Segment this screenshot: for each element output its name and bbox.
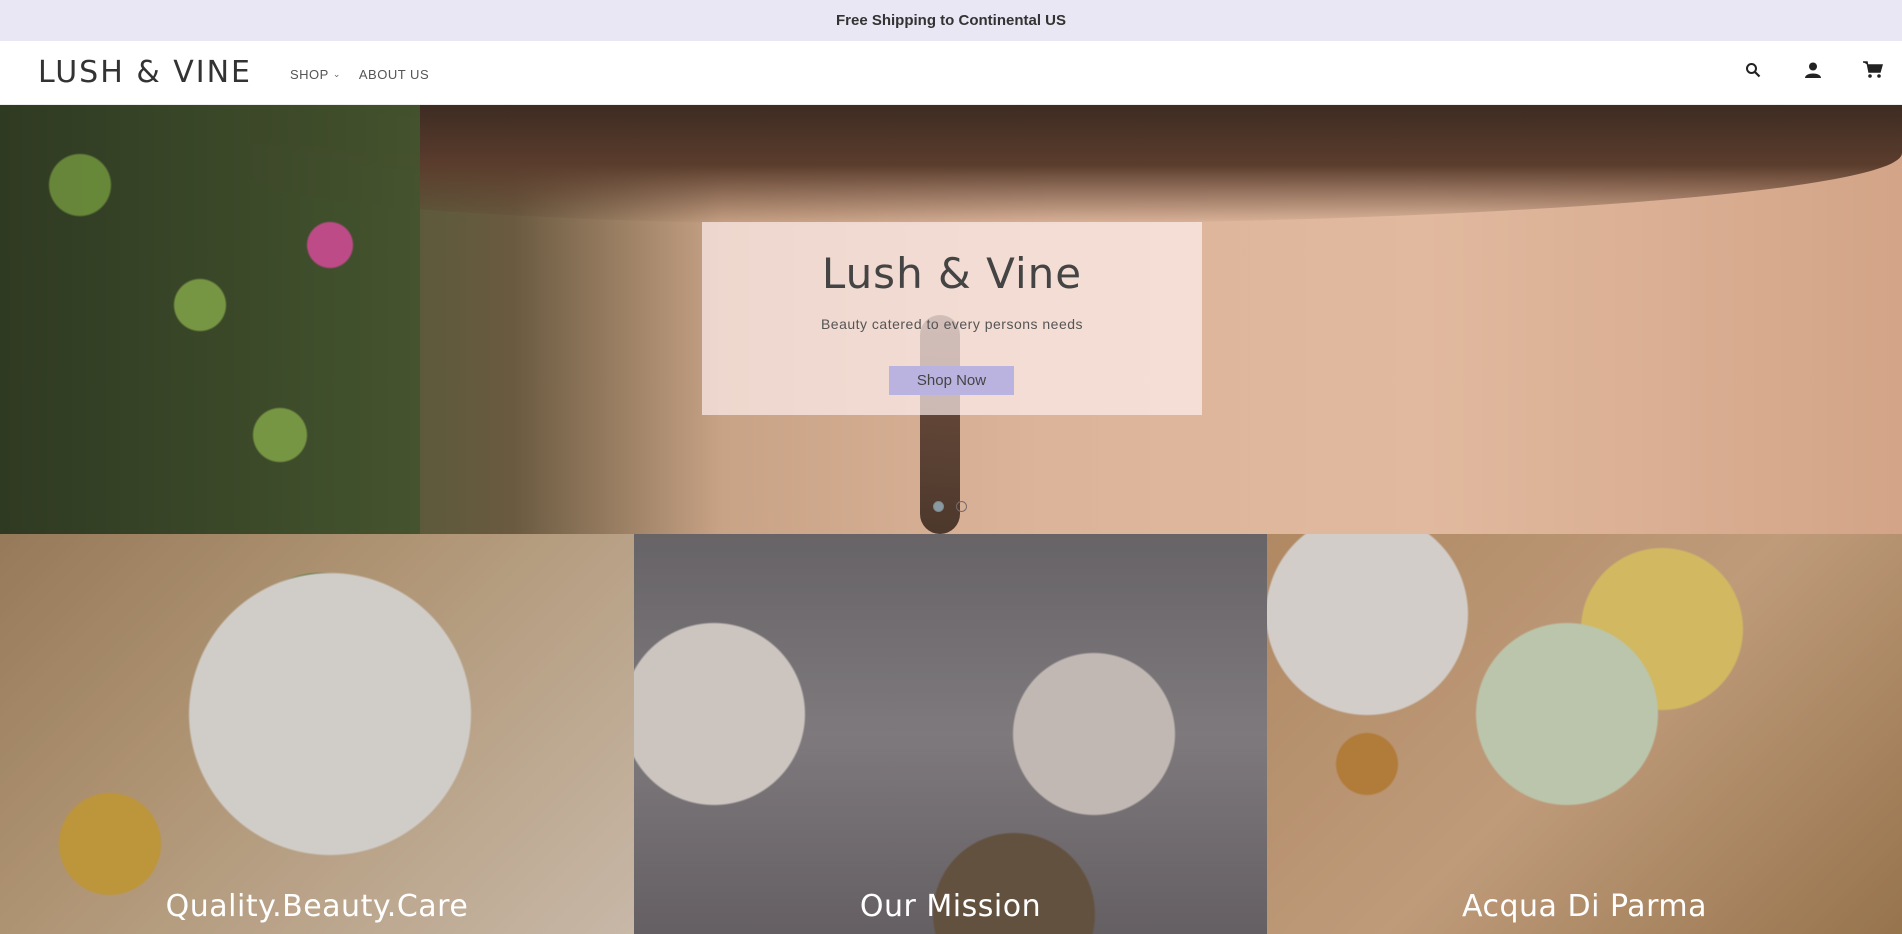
site-logo[interactable]: LUSH & VINE (38, 55, 252, 90)
tile-overlay (634, 534, 1267, 934)
hero-slideshow: Lush & Vine Beauty catered to every pers… (0, 105, 1902, 534)
account-icon[interactable] (1802, 59, 1824, 81)
cart-icon[interactable] (1862, 59, 1884, 81)
slide-dot-2[interactable] (956, 501, 967, 512)
hero-title: Lush & Vine (821, 249, 1083, 298)
tile-our-mission[interactable]: Our Mission (634, 534, 1267, 934)
shop-now-button[interactable]: Shop Now (889, 366, 1014, 395)
main-nav: SHOP ⌄ ABOUT US (290, 67, 429, 82)
tile-label: Acqua Di Parma (1462, 889, 1707, 924)
hero-text-box: Lush & Vine Beauty catered to every pers… (702, 222, 1202, 415)
header-icons (1742, 59, 1884, 81)
nav-shop[interactable]: SHOP ⌄ (290, 67, 341, 82)
tile-overlay (1267, 534, 1902, 934)
search-icon[interactable] (1742, 59, 1764, 81)
hero-background-flowers (0, 105, 420, 534)
site-header: LUSH & VINE SHOP ⌄ ABOUT US (0, 41, 1902, 105)
chevron-down-icon: ⌄ (332, 69, 341, 79)
tile-acqua-di-parma[interactable]: Acqua Di Parma (1267, 534, 1902, 934)
slide-dot-1[interactable] (933, 501, 944, 512)
tile-quality-beauty-care[interactable]: Quality.Beauty.Care (0, 534, 634, 934)
tile-overlay (0, 534, 634, 934)
featured-tiles: Quality.Beauty.Care Our Mission Acqua Di… (0, 534, 1902, 934)
nav-about-us[interactable]: ABOUT US (359, 67, 429, 82)
hero-subtitle: Beauty catered to every persons needs (820, 316, 1084, 332)
nav-shop-label: SHOP (290, 67, 329, 82)
tile-label: Quality.Beauty.Care (165, 889, 469, 924)
announcement-text: Free Shipping to Continental US (836, 12, 1066, 29)
tile-label: Our Mission (859, 889, 1042, 924)
nav-about-label: ABOUT US (358, 67, 430, 82)
hero-background-hair (250, 105, 1902, 225)
slideshow-dots (933, 501, 967, 512)
announcement-bar: Free Shipping to Continental US (0, 0, 1902, 41)
